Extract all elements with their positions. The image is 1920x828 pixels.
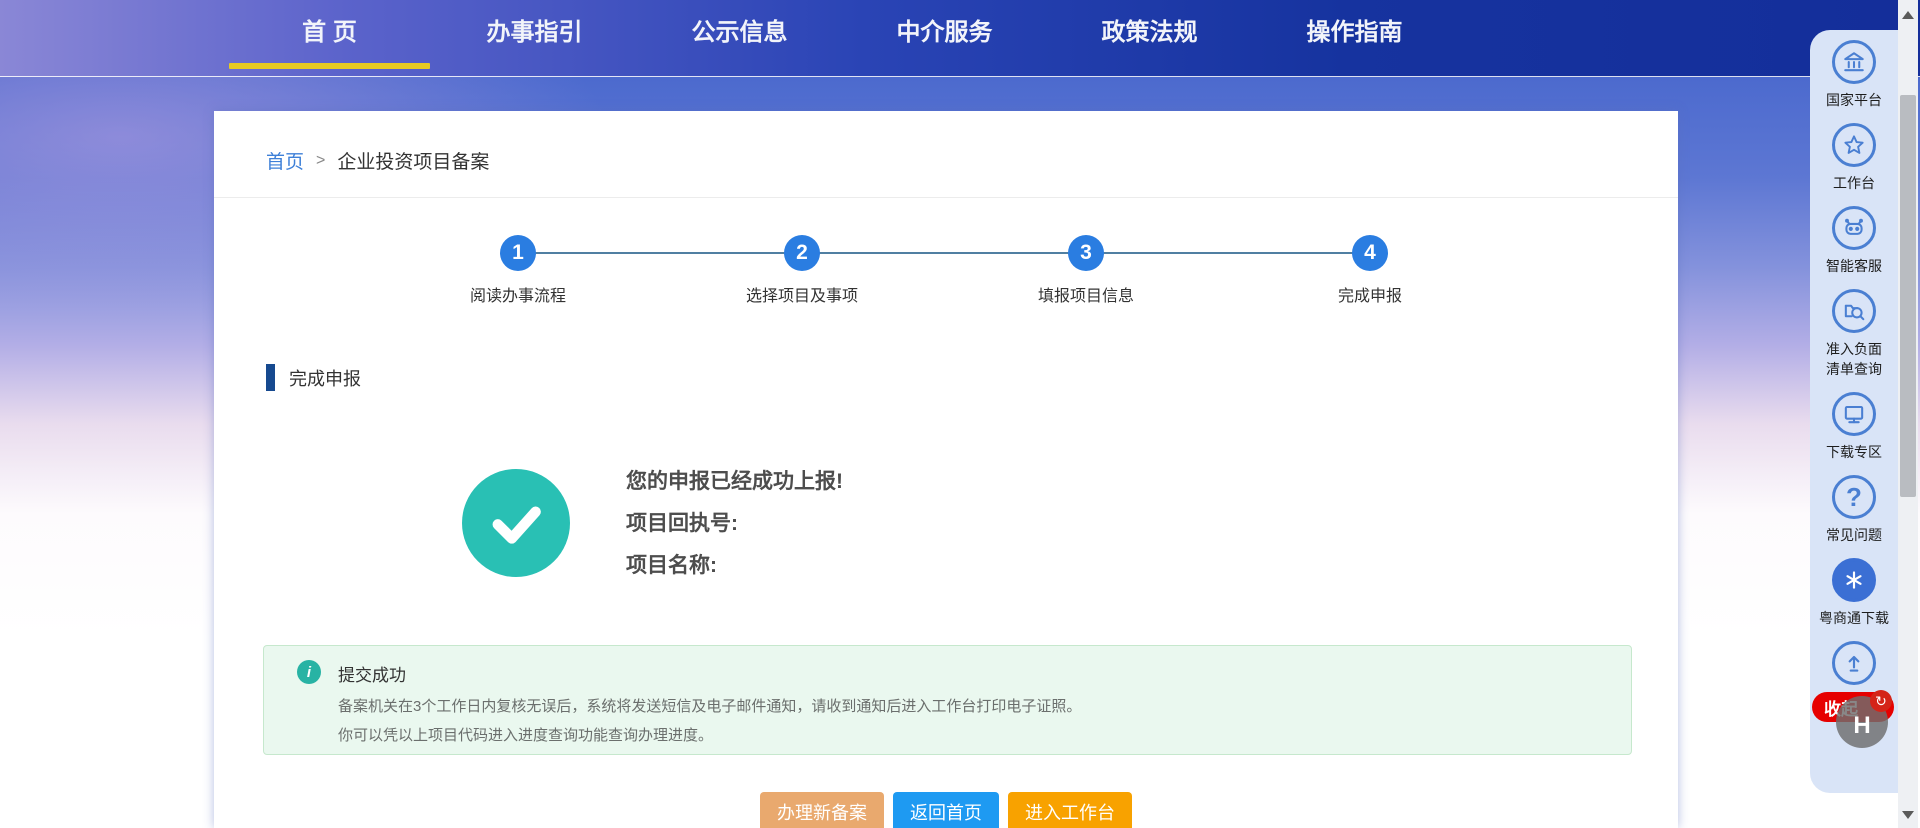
- sidebar-item-download-zone[interactable]: 下载专区: [1814, 392, 1894, 462]
- step-2-label: 选择项目及事项: [745, 288, 858, 305]
- sidebar-item-label: 准入负面清单查询: [1826, 341, 1882, 377]
- back-home-button[interactable]: 返回首页: [893, 792, 999, 828]
- notice-body: 备案机关在3个工作日内复核无误后，系统将发送短信及电子邮件通知，请收到通知后进入…: [338, 692, 1081, 750]
- floating-helper-widget[interactable]: H ↻: [1836, 690, 1892, 748]
- star-icon: [1832, 123, 1876, 167]
- vertical-scrollbar[interactable]: [1898, 0, 1918, 828]
- result-text-block: 您的申报已经成功上报! 项目回执号: 项目名称:: [626, 468, 843, 580]
- sidebar-item-label: 国家平台: [1826, 92, 1882, 108]
- step-3-dot: 3: [1068, 235, 1104, 271]
- step-2-dot: 2: [784, 235, 820, 271]
- new-filing-button[interactable]: 办理新备案: [760, 792, 884, 828]
- nav-item-intermediary[interactable]: 中介服务: [842, 0, 1047, 77]
- nav-item-manual[interactable]: 操作指南: [1252, 0, 1457, 77]
- sidebar-item-negative-list-query[interactable]: 准入负面清单查询: [1823, 289, 1885, 379]
- page: 首 页 办事指引 公示信息 中介服务 政策法规 操作指南 首页 > 企业投资项目…: [0, 0, 1920, 828]
- main-nav: 首 页 办事指引 公示信息 中介服务 政策法规 操作指南: [227, 0, 1457, 77]
- notice-line-1: 备案机关在3个工作日内复核无误后，系统将发送短信及电子邮件通知，请收到通知后进入…: [338, 698, 1082, 715]
- step-wizard: 1 阅读办事流程 2 选择项目及事项 3 填报项目信息 4 完成申报: [376, 235, 1512, 319]
- nav-item-label: 中介服务: [896, 19, 993, 46]
- sidebar-item-label: 常见问题: [1826, 527, 1882, 543]
- nav-item-label: 首 页: [302, 19, 357, 46]
- project-name-label: 项目名称:: [626, 554, 717, 577]
- info-icon: i: [297, 660, 321, 684]
- sidebar-item-faq[interactable]: ? 常见问题: [1814, 475, 1894, 545]
- section-header: 完成申报: [266, 364, 361, 391]
- step-3: 3 填报项目信息: [944, 235, 1228, 306]
- step-4-dot: 4: [1352, 235, 1388, 271]
- nav-item-home[interactable]: 首 页: [227, 0, 432, 77]
- result-heading: 您的申报已经成功上报!: [626, 470, 843, 493]
- flower-icon: [1832, 558, 1876, 602]
- refresh-icon: ↻: [1870, 690, 1892, 712]
- receipt-label: 项目回执号:: [626, 512, 738, 535]
- bank-icon: [1832, 40, 1876, 84]
- breadcrumb-separator: >: [316, 151, 326, 169]
- content-card: 首页 > 企业投资项目备案 1 阅读办事流程 2 选择项目及事项 3 填报项目信…: [214, 111, 1678, 828]
- robot-icon: [1832, 206, 1876, 250]
- step-1-label: 阅读办事流程: [469, 288, 566, 305]
- step-2: 2 选择项目及事项: [660, 235, 944, 306]
- sidebar-item-national-platform[interactable]: 国家平台: [1814, 40, 1894, 110]
- top-nav-bar: 首 页 办事指引 公示信息 中介服务 政策法规 操作指南: [0, 0, 1920, 77]
- nav-item-label: 政策法规: [1101, 19, 1198, 46]
- divider: [214, 197, 1678, 198]
- sidebar-item-ai-service[interactable]: 智能客服: [1814, 206, 1894, 276]
- scroll-up-arrow[interactable]: [1898, 6, 1918, 24]
- step-4: 4 完成申报: [1228, 235, 1512, 306]
- notice-line-2: 你可以凭以上项目代码进入进度查询功能查询办理进度。: [338, 727, 714, 744]
- notice-title: 提交成功: [338, 666, 406, 685]
- nav-item-label: 办事指引: [486, 19, 583, 46]
- step-1-dot: 1: [500, 235, 536, 271]
- breadcrumb-current: 企业投资项目备案: [337, 152, 490, 173]
- breadcrumb: 首页 > 企业投资项目备案: [266, 147, 489, 174]
- scrollbar-thumb[interactable]: [1900, 95, 1916, 497]
- nav-item-label: 操作指南: [1306, 19, 1403, 46]
- action-button-row: 办理新备案 返回首页 进入工作台: [214, 792, 1678, 828]
- section-title: 完成申报: [289, 368, 361, 389]
- helper-widget-letter: H: [1853, 712, 1871, 739]
- nav-item-public-info[interactable]: 公示信息: [637, 0, 842, 77]
- scroll-down-arrow[interactable]: [1898, 806, 1918, 824]
- nav-item-label: 公示信息: [691, 19, 788, 46]
- folder-search-icon: [1832, 289, 1876, 333]
- step-4-label: 完成申报: [1337, 288, 1402, 305]
- result-name-line: 项目名称:: [626, 552, 843, 580]
- right-toolbar: 国家平台 工作台 智能客服 准入负面清单查询 下载专区 ? 常见问题 粤商通下载: [1810, 30, 1898, 793]
- enter-workbench-button[interactable]: 进入工作台: [1008, 792, 1132, 828]
- sidebar-item-yueshangtong-download[interactable]: 粤商通下载: [1814, 558, 1894, 628]
- active-tab-underline: [229, 63, 430, 69]
- step-3-label: 填报项目信息: [1037, 288, 1134, 305]
- sidebar-item-label: 粤商通下载: [1819, 610, 1889, 626]
- sidebar-item-label: 智能客服: [1826, 258, 1882, 274]
- breadcrumb-home-link[interactable]: 首页: [266, 147, 304, 174]
- sidebar-item-label: 下载专区: [1826, 444, 1882, 460]
- step-1: 1 阅读办事流程: [376, 235, 660, 306]
- success-check-icon: [462, 469, 570, 577]
- section-accent-bar: [266, 364, 275, 391]
- nav-item-policy[interactable]: 政策法规: [1047, 0, 1252, 77]
- sidebar-item-workbench[interactable]: 工作台: [1814, 123, 1894, 193]
- monitor-icon: [1832, 392, 1876, 436]
- success-notice-box: i 提交成功 备案机关在3个工作日内复核无误后，系统将发送短信及电子邮件通知，请…: [263, 645, 1632, 755]
- check-mark: [492, 506, 541, 544]
- nav-item-guide[interactable]: 办事指引: [432, 0, 637, 77]
- arrow-up-icon: [1832, 641, 1876, 685]
- result-receipt-line: 项目回执号:: [626, 510, 843, 538]
- question-icon: ?: [1832, 475, 1876, 519]
- sidebar-item-label: 工作台: [1833, 175, 1875, 191]
